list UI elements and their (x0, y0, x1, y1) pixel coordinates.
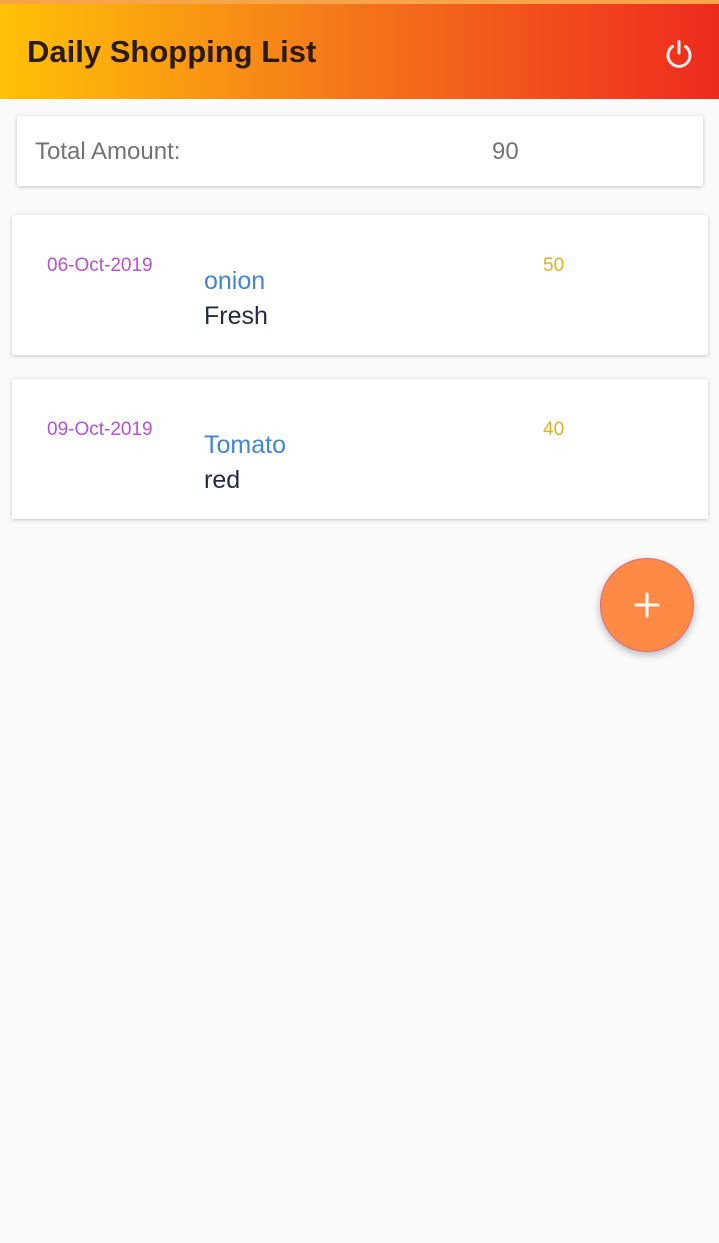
list-item[interactable]: 09-Oct-2019 Tomato red 40 (12, 379, 708, 519)
total-amount-value: 90 (492, 138, 519, 165)
power-button[interactable] (658, 34, 700, 76)
item-name: Tomato (204, 431, 286, 459)
power-icon (666, 40, 692, 68)
total-amount-card: Total Amount: 90 (17, 116, 703, 186)
item-description: Fresh (204, 302, 268, 330)
item-description: red (204, 466, 241, 494)
add-item-button[interactable] (600, 558, 694, 652)
list-item[interactable]: 06-Oct-2019 onion Fresh 50 (12, 215, 708, 355)
item-date: 06-Oct-2019 (47, 255, 153, 276)
item-amount: 50 (543, 255, 565, 276)
item-amount: 40 (543, 419, 565, 440)
item-name: onion (204, 267, 266, 295)
app-title: Daily Shopping List (27, 34, 317, 69)
plus-icon (634, 592, 660, 618)
app-bar: Daily Shopping List (0, 0, 719, 99)
total-amount-label: Total Amount: (35, 138, 181, 165)
item-date: 09-Oct-2019 (47, 419, 153, 440)
